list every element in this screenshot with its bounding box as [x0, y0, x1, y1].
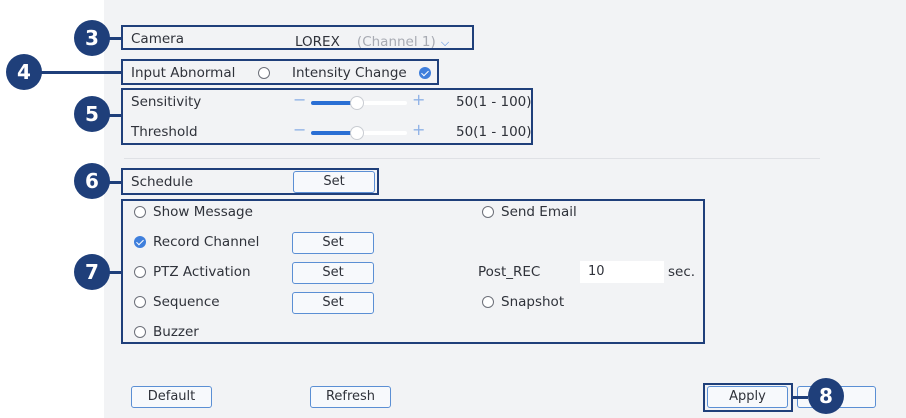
highlight-apply [703, 383, 793, 412]
highlight-schedule [121, 168, 379, 195]
refresh-button[interactable]: Refresh [310, 386, 391, 408]
highlight-actions [121, 199, 705, 344]
section-divider [124, 158, 820, 159]
highlight-sliders [121, 88, 533, 145]
callout-line-4 [40, 71, 122, 74]
callout-7: 7 [74, 254, 110, 290]
highlight-camera [121, 25, 474, 50]
callout-8: 8 [808, 378, 844, 414]
callout-4: 4 [6, 54, 42, 90]
callout-5: 5 [74, 96, 110, 132]
callout-6: 6 [74, 163, 110, 199]
callout-line-8 [792, 396, 808, 399]
default-button[interactable]: Default [131, 386, 212, 408]
highlight-input [121, 59, 439, 85]
callout-3: 3 [74, 20, 110, 56]
